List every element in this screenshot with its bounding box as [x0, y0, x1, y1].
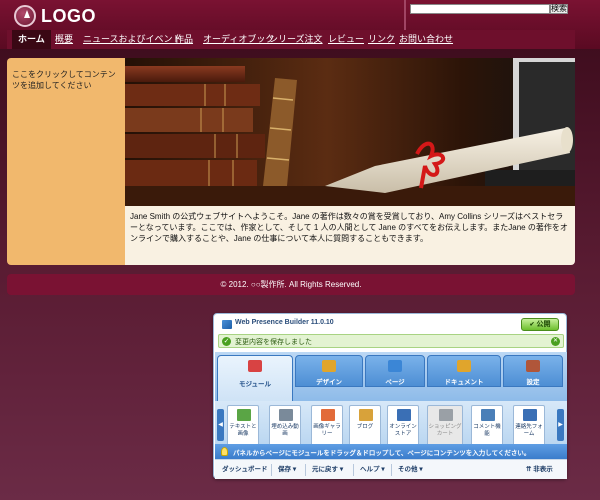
module-text-image[interactable]: テキストと画像 [227, 405, 259, 447]
footer: © 2012. ○○製作所. All Rights Reserved. [7, 274, 575, 295]
tab-documents[interactable]: ドキュメント [427, 355, 501, 387]
check-icon: ✓ [222, 337, 231, 346]
module-image-gallery[interactable]: 画像ギャラリー [311, 405, 343, 447]
close-icon[interactable]: ✕ [551, 337, 560, 346]
builder-panel: Web Presence Builder 11.0.10 ✔ 公開 ✓ 変更内容… [213, 313, 567, 479]
hide-label: 非表示 [533, 466, 553, 473]
tab-design[interactable]: デザイン [295, 355, 363, 387]
hide-button[interactable]: ⇈ 非表示 [523, 464, 556, 476]
toolbar-divider [353, 464, 354, 476]
hero-image [125, 58, 575, 206]
publish-label: 公開 [536, 321, 551, 328]
cart-icon [439, 409, 453, 421]
header-divider [404, 0, 406, 30]
save-label: 保存 [278, 466, 291, 473]
sidebar[interactable]: ここをクリックしてコンテンツを追加してください [7, 58, 125, 265]
modules-icon [248, 360, 262, 372]
more-label: その他 [398, 466, 418, 473]
nav-item-about[interactable]: 概要 [55, 30, 73, 49]
tab-modules-label: モジュール [238, 381, 272, 388]
tab-design-label: デザイン [316, 379, 342, 386]
dashboard-button[interactable]: ダッシュボード [219, 464, 271, 476]
help-button[interactable]: ヘルプ ▾ [357, 464, 388, 476]
module-comments[interactable]: コメント機能 [471, 405, 503, 447]
chevron-down-icon: ▾ [381, 466, 385, 473]
chevron-down-icon: ▾ [419, 466, 423, 473]
logo-text: LOGO [41, 6, 96, 26]
module-contact-form[interactable]: 連絡先フォーム [513, 405, 545, 447]
nav-item-works[interactable]: 作品 [175, 30, 193, 49]
undo-button[interactable]: 元に戻す ▾ [309, 464, 346, 476]
status-text: 変更内容を保存しました [235, 339, 312, 346]
hint-bar: パネルからページにモジュールをドラッグ＆ドロップして、ページにコンテンツを入力し… [215, 444, 567, 459]
scroll-right-button[interactable]: ▶ [557, 409, 564, 441]
pages-icon [388, 360, 402, 372]
tab-settings[interactable]: 設定 [503, 355, 563, 387]
more-button[interactable]: その他 ▾ [395, 464, 426, 476]
tab-pages[interactable]: ページ [365, 355, 425, 387]
module-label: ショッピングカート [428, 424, 462, 437]
module-label: コメント機能 [473, 424, 501, 437]
nav-item-audiobooks[interactable]: オーディオブック [203, 30, 274, 49]
search-input[interactable] [410, 4, 550, 14]
nav-item-reviews[interactable]: レビュー [328, 30, 364, 49]
documents-icon [457, 360, 471, 372]
search-button[interactable]: 検索 [550, 4, 568, 14]
store-icon [397, 409, 411, 421]
module-label: オンラインストア [389, 424, 417, 437]
module-label: 連絡先フォーム [515, 424, 543, 437]
gallery-icon [321, 409, 335, 421]
hint-text: パネルからページにモジュールをドラッグ＆ドロップして、ページにコンテンツを入力し… [233, 450, 531, 457]
books-illustration [125, 58, 575, 206]
module-label: 画像ギャラリー [313, 424, 341, 437]
video-icon [279, 409, 293, 421]
builder-tabs: モジュール デザイン ページ ドキュメント 設定 [215, 352, 567, 401]
nav-item-series-order[interactable]: シリーズ注文 [269, 30, 323, 49]
builder-title: Web Presence Builder 11.0.10 [235, 319, 334, 326]
nav-item-contact[interactable]: お問い合わせ [399, 30, 453, 49]
module-blog[interactable]: ブログ [349, 405, 381, 447]
text-image-icon [237, 409, 251, 421]
tab-pages-label: ページ [385, 379, 405, 386]
comments-icon [481, 409, 495, 421]
module-embed-video[interactable]: 埋め込み動画 [269, 405, 301, 447]
nav-item-links[interactable]: リンク [368, 30, 395, 49]
publish-button[interactable]: ✔ 公開 [521, 318, 559, 331]
module-label: ブログ [356, 424, 374, 430]
save-status-bar: ✓ 変更内容を保存しました ✕ [218, 334, 564, 348]
module-shopping-cart[interactable]: ショッピングカート [427, 405, 463, 447]
design-icon [322, 360, 336, 372]
toolbar-divider [305, 464, 306, 476]
builder-logo-icon [222, 320, 232, 329]
sidebar-placeholder-text[interactable]: ここをクリックしてコンテンツを追加してください [12, 69, 122, 91]
help-label: ヘルプ [360, 466, 380, 473]
publish-icon: ✔ [529, 322, 535, 328]
tab-documents-label: ドキュメント [444, 379, 484, 386]
builder-toolbar: ダッシュボード 保存 ▾ 元に戻す ▾ ヘルプ ▾ その他 ▾ ⇈ 非表示 [215, 459, 567, 479]
save-button[interactable]: 保存 ▾ [275, 464, 299, 476]
scroll-left-button[interactable]: ◀ [217, 409, 224, 441]
undo-label: 元に戻す [312, 466, 338, 473]
toolbar-divider [391, 464, 392, 476]
logo-icon [14, 5, 36, 27]
tab-modules[interactable]: モジュール [217, 355, 293, 401]
lightbulb-icon [221, 447, 228, 456]
content-area[interactable]: Jane Smith の公式ウェブサイトへようこそ。Jane の著作は数々の賞を… [125, 206, 575, 265]
blog-icon [359, 409, 373, 421]
nav-item-home[interactable]: ホーム [12, 30, 51, 49]
contact-form-icon [523, 409, 537, 421]
footer-copyright: © 2012. ○○製作所. All Rights Reserved. [220, 280, 362, 289]
module-label: テキストと画像 [229, 424, 257, 437]
nav-bar: ホーム 概要 ニュースおよびイベント 作品 オーディオブック シリーズ注文 レビ… [7, 30, 575, 49]
welcome-text[interactable]: Jane Smith の公式ウェブサイトへようこそ。Jane の著作は数々の賞を… [130, 211, 570, 244]
chevron-down-icon: ▾ [292, 466, 297, 473]
chevron-down-icon: ▾ [339, 466, 344, 473]
toolbar-divider [271, 464, 272, 476]
module-label: 埋め込み動画 [271, 424, 299, 437]
settings-icon [526, 360, 540, 372]
tab-settings-label: 設定 [526, 379, 540, 386]
nav-item-news[interactable]: ニュースおよびイベント [83, 30, 182, 49]
site-header: LOGO 検索 ホーム 概要 ニュースおよびイベント 作品 オーディオブック シ… [0, 0, 600, 49]
module-online-store[interactable]: オンラインストア [387, 405, 419, 447]
